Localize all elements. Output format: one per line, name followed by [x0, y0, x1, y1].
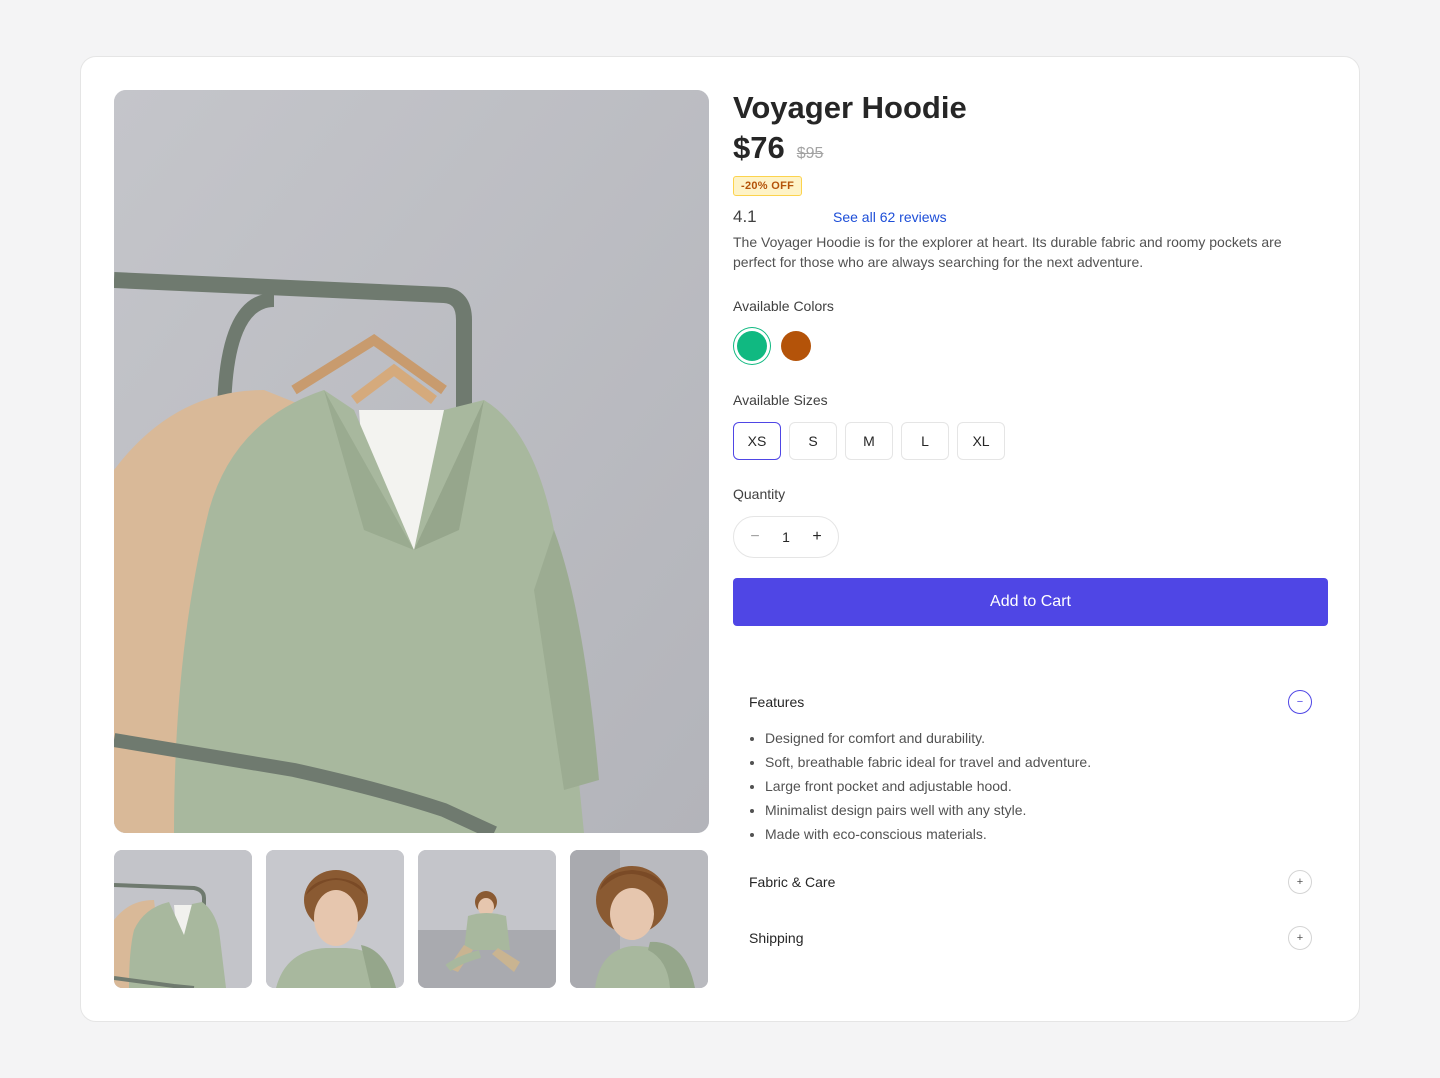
product-description: The Voyager Hoodie is for the explorer a… [733, 234, 1282, 270]
product-accordion: Features − Designed for comfort and dura… [733, 678, 1328, 962]
size-options: XS S M L XL [733, 422, 1328, 460]
accordion-shipping-header[interactable]: Shipping + [733, 914, 1328, 962]
features-list: Designed for comfort and durability. Sof… [733, 726, 1328, 846]
size-option-s[interactable]: S [789, 422, 837, 460]
original-price: $95 [796, 145, 824, 162]
colors-label: Available Colors [733, 298, 834, 314]
add-to-cart-button[interactable]: Add to Cart [733, 578, 1328, 626]
accordion-fabric-care-title: Fabric & Care [749, 874, 836, 890]
thumbnail-1[interactable] [114, 850, 252, 988]
accordion-features-title: Features [749, 694, 805, 710]
rating-row: 4.1 See all 62 reviews [733, 206, 1328, 228]
size-option-l[interactable]: L [901, 422, 949, 460]
discount-badge: -20% OFF [733, 176, 803, 196]
sizes-label: Available Sizes [733, 392, 828, 408]
thumbnail-3[interactable] [418, 850, 556, 988]
expand-icon[interactable]: + [1288, 926, 1312, 950]
thumbnail-2[interactable] [266, 850, 404, 988]
list-item: Designed for comfort and durability. [765, 726, 1312, 750]
quantity-decrement-button[interactable]: − [748, 528, 762, 546]
expand-icon[interactable]: + [1288, 870, 1312, 894]
list-item: Soft, breathable fabric ideal for travel… [765, 750, 1312, 774]
product-card: Voyager Hoodie $76 $95 -20% OFF 4.1 See … [80, 56, 1360, 1022]
main-product-image [114, 90, 709, 833]
quantity-increment-button[interactable]: + [810, 528, 824, 546]
product-title: Voyager Hoodie [733, 90, 967, 125]
quantity-label: Quantity [733, 486, 786, 502]
reviews-link[interactable]: See all 62 reviews [833, 209, 947, 225]
quantity-stepper: − 1 + [733, 516, 839, 558]
rating-value: 4.1 [733, 207, 757, 226]
current-price: $76 [733, 130, 785, 165]
product-info: Voyager Hoodie $76 $95 -20% OFF 4.1 See … [733, 90, 1328, 962]
collapse-icon[interactable]: − [1288, 690, 1312, 714]
color-swatches [733, 330, 1328, 362]
accordion-features: Features − Designed for comfort and dura… [733, 678, 1328, 846]
thumbnail-4[interactable] [570, 850, 708, 988]
color-swatch-green[interactable] [737, 331, 767, 361]
size-option-xl[interactable]: XL [957, 422, 1005, 460]
accordion-shipping-title: Shipping [749, 930, 804, 946]
thumbnail-strip [114, 850, 709, 989]
list-item: Made with eco-conscious materials. [765, 822, 1312, 846]
size-option-m[interactable]: M [845, 422, 893, 460]
accordion-features-header[interactable]: Features − [733, 678, 1328, 726]
list-item: Large front pocket and adjustable hood. [765, 774, 1312, 798]
accordion-fabric-care-header[interactable]: Fabric & Care + [733, 858, 1328, 906]
list-item: Minimalist design pairs well with any st… [765, 798, 1312, 822]
size-option-xs[interactable]: XS [733, 422, 781, 460]
price-row: $76 $95 [733, 130, 1328, 170]
quantity-value: 1 [782, 529, 790, 545]
accordion-shipping: Shipping + [733, 914, 1328, 962]
color-swatch-orange[interactable] [781, 331, 811, 361]
accordion-fabric-care: Fabric & Care + [733, 858, 1328, 906]
